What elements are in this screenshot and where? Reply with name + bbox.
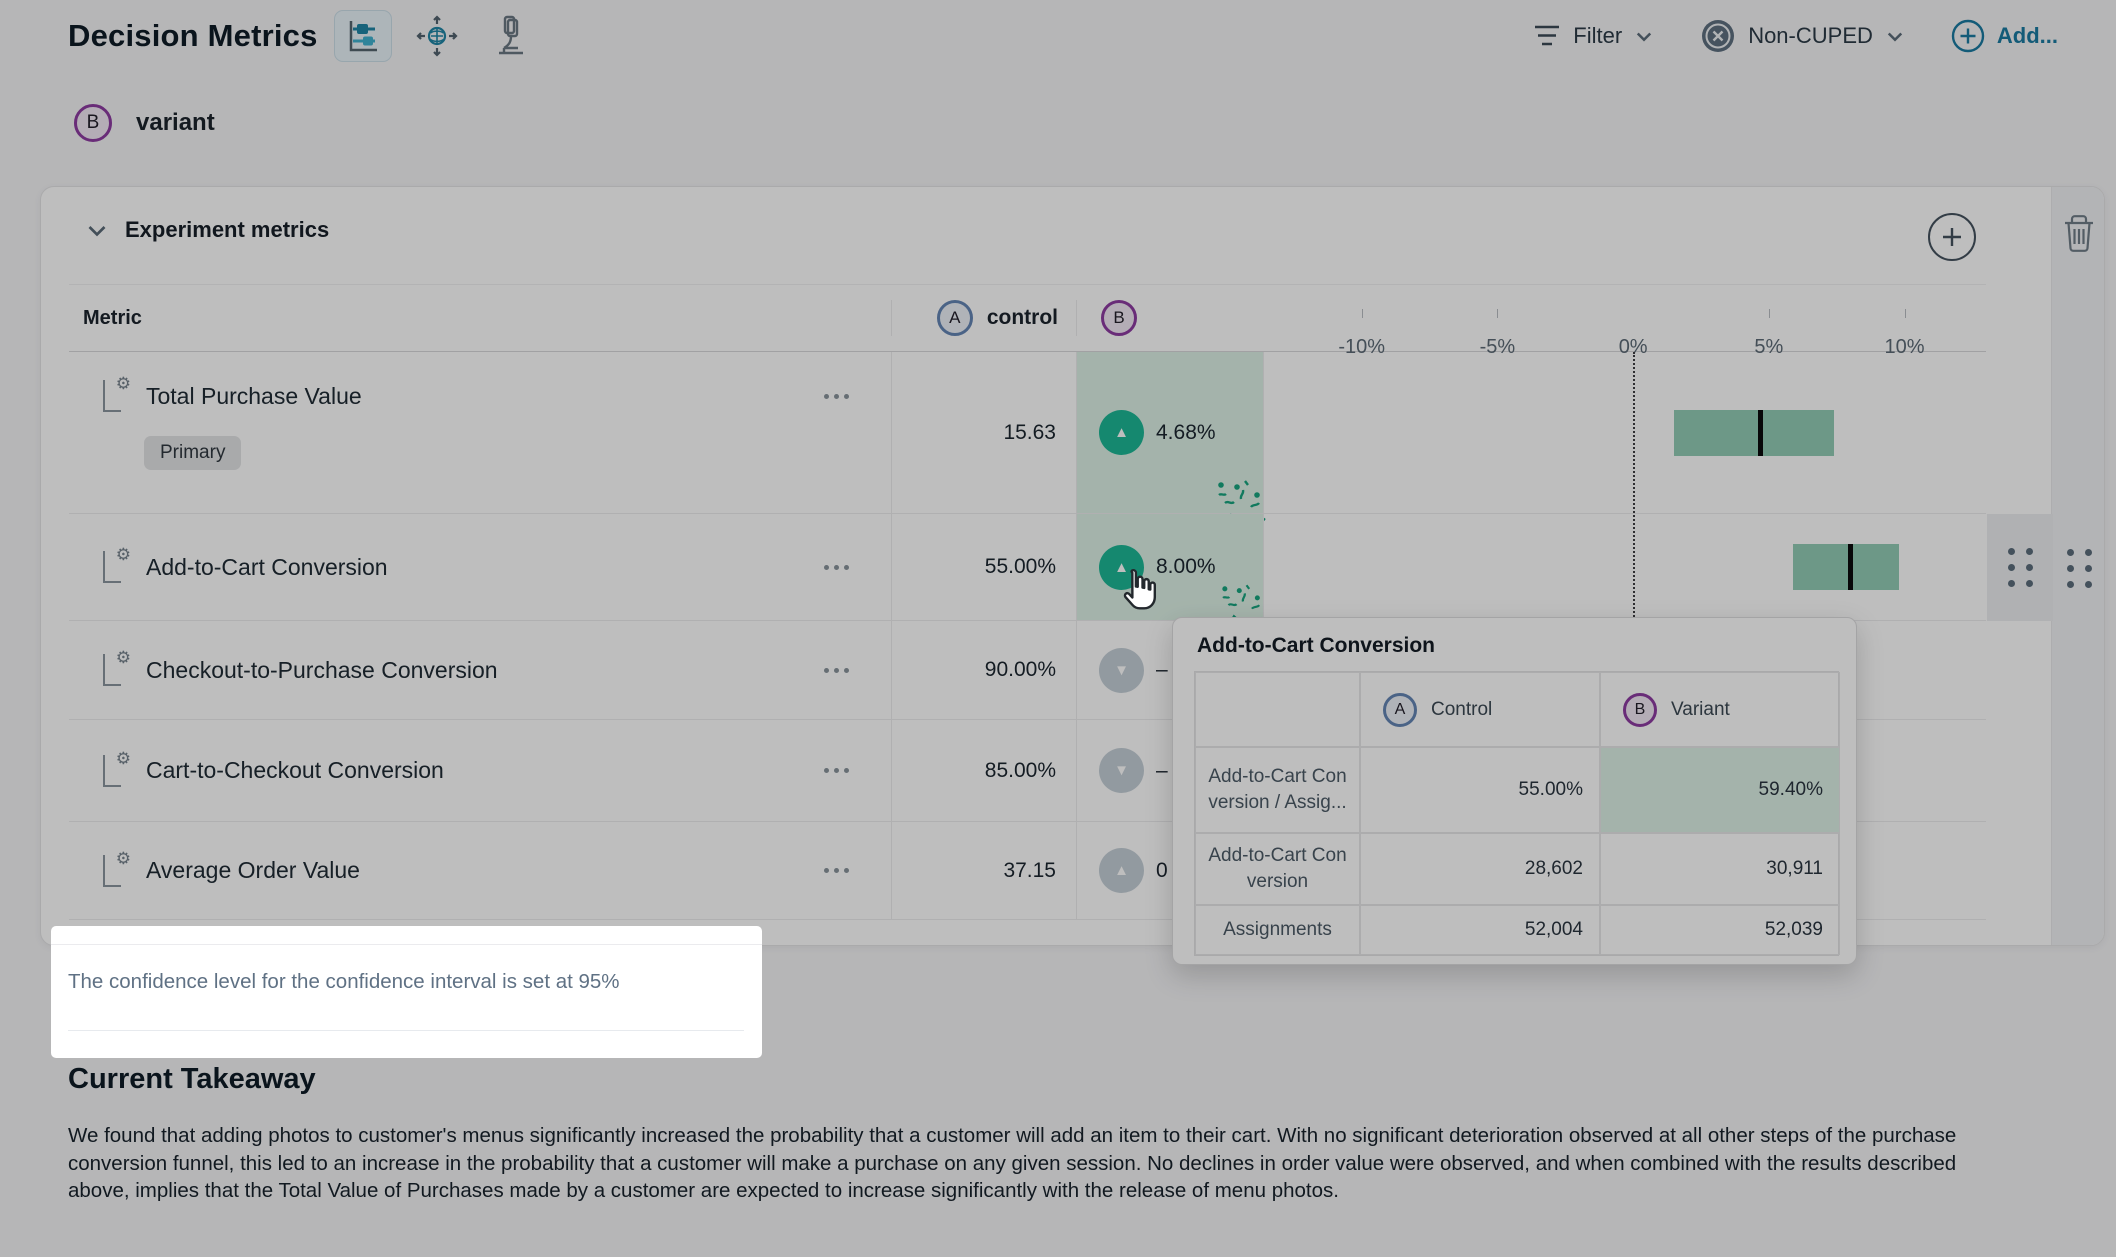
control-column-header: A control [891,300,1076,336]
variant-label: variant [136,109,215,137]
ci-chart-cell [1263,352,1986,513]
table-row: ⚙ Add-to-Cart Conversion 55.00% 8.00% [69,514,1986,621]
section-title: Experiment metrics [125,217,329,243]
microscope-icon [491,15,531,57]
table-row: ⚙ Total Purchase Value Primary 15.63 4.6… [69,352,1986,514]
variant-b-badge: B [1623,693,1657,727]
mean-effect-line [1758,410,1763,456]
card-drag-handle[interactable] [2067,549,2092,588]
globe-move-icon [416,15,458,57]
metric-gear-icon: ⚙ [101,549,129,585]
variant-selector-row: B variant [74,104,215,142]
tooltip-row-label: Add-to-Cart Conversion / Assig... [1195,747,1360,833]
delta-value: – [1156,658,1168,682]
lift-up-arrow-button[interactable] [1099,848,1144,893]
card-side-gutter [2051,187,2104,945]
add-metric-to-card-button[interactable] [1928,213,1976,261]
lift-down-arrow-button[interactable] [1099,748,1144,793]
add-label: Add... [1997,23,2058,49]
delta-value: – [1156,759,1168,783]
tooltip-control-header: A Control [1360,672,1600,747]
trash-icon[interactable] [2060,213,2098,253]
metric-gear-icon: ⚙ [101,378,129,414]
metric-slider-icon [345,18,381,54]
page-header: Decision Metrics [68,6,2058,66]
cuped-label: Non-CUPED [1748,23,1873,49]
ci-chart-cell [1263,514,1986,620]
metric-name: Average Order Value [146,857,360,884]
delta-cell: 4.68% [1076,352,1263,513]
row-menu-ellipsis-button[interactable] [824,668,849,673]
takeaway-title: Current Takeaway [68,1063,1985,1096]
add-metric-button[interactable]: Add... [1951,19,2058,53]
lift-up-arrow-button[interactable] [1099,545,1144,590]
delta-value: 8.00% [1156,555,1216,579]
metric-name: Add-to-Cart Conversion [146,554,388,581]
control-value: 90.00% [892,621,1076,719]
row-menu-ellipsis-button[interactable] [824,768,849,773]
tooltip-row-label: Add-to-Cart Conversion [1195,833,1360,905]
tooltip-control-value: 55.00% [1360,747,1600,833]
control-value: 15.63 [892,352,1076,513]
control-value: 85.00% [892,720,1076,821]
tooltip-control-value: 52,004 [1360,905,1600,955]
filter-icon [1533,23,1561,49]
metric-gear-icon: ⚙ [101,753,129,789]
metrics-view-button[interactable] [334,10,392,62]
control-a-badge: A [1383,693,1417,727]
delta-cell: 8.00% [1076,514,1263,620]
global-move-button[interactable] [408,10,466,62]
tooltip-table: A Control B Variant Add-to-Cart Conversi… [1194,671,1839,956]
treatment-column-header: B [1076,300,1263,336]
chevron-down-icon [1885,26,1905,46]
control-value: 37.15 [892,822,1076,919]
confidence-note: The confidence level for the confidence … [68,970,620,994]
metric-column-header: Metric [69,307,891,330]
treatment-b-badge: B [1101,300,1137,336]
takeaway-body: We found that adding photos to customer'… [68,1122,1985,1205]
confidence-interval-bar[interactable] [1674,410,1834,456]
row-menu-ellipsis-button[interactable] [824,394,849,399]
metric-name: Checkout-to-Purchase Conversion [146,657,498,684]
chevron-down-icon [1634,26,1654,46]
takeaway-section: Current Takeaway We found that adding ph… [68,1063,1985,1205]
spotlight-highlight: The confidence level for the confidence … [51,926,762,1058]
control-value: 55.00% [892,514,1076,620]
metric-name: Cart-to-Checkout Conversion [146,757,444,784]
tooltip-row-label: Assignments [1195,905,1360,955]
filter-label: Filter [1573,23,1622,49]
row-menu-ellipsis-button[interactable] [824,868,849,873]
tooltip-variant-value: 59.40% [1600,747,1840,833]
delta-value: 0 [1156,859,1168,883]
metric-name: Total Purchase Value [146,383,362,410]
tooltip-variant-value: 30,911 [1600,833,1840,905]
mean-effect-line [1848,544,1853,590]
page-title: Decision Metrics [68,18,318,54]
row-menu-ellipsis-button[interactable] [824,565,849,570]
metric-details-tooltip: Add-to-Cart Conversion A Control B Varia… [1172,617,1857,965]
metric-gear-icon: ⚙ [101,652,129,688]
table-header-row: Metric A control B -10% -5% [69,284,1986,352]
deep-dive-button[interactable] [482,10,540,62]
experiment-results-page: Decision Metrics [0,0,2116,1257]
lift-down-arrow-button[interactable] [1099,648,1144,693]
tooltip-title: Add-to-Cart Conversion [1197,634,1435,658]
cuped-x-circle-icon [1700,18,1736,54]
control-a-badge: A [937,300,973,336]
filter-dropdown[interactable]: Filter [1533,23,1654,49]
collapse-chevron-icon[interactable] [85,218,109,242]
cuped-dropdown[interactable]: Non-CUPED [1700,18,1905,54]
plus-circle-icon [1951,19,1985,53]
tooltip-control-value: 28,602 [1360,833,1600,905]
lift-up-arrow-button[interactable] [1099,410,1144,455]
variant-b-badge[interactable]: B [74,104,112,142]
delta-value: 4.68% [1156,421,1216,445]
row-drag-handle[interactable] [1987,514,2053,621]
metric-gear-icon: ⚙ [101,853,129,889]
primary-tag-badge: Primary [144,436,241,470]
tooltip-variant-header: B Variant [1600,672,1840,747]
confidence-interval-bar[interactable] [1793,544,1899,590]
tooltip-variant-value: 52,039 [1600,905,1840,955]
